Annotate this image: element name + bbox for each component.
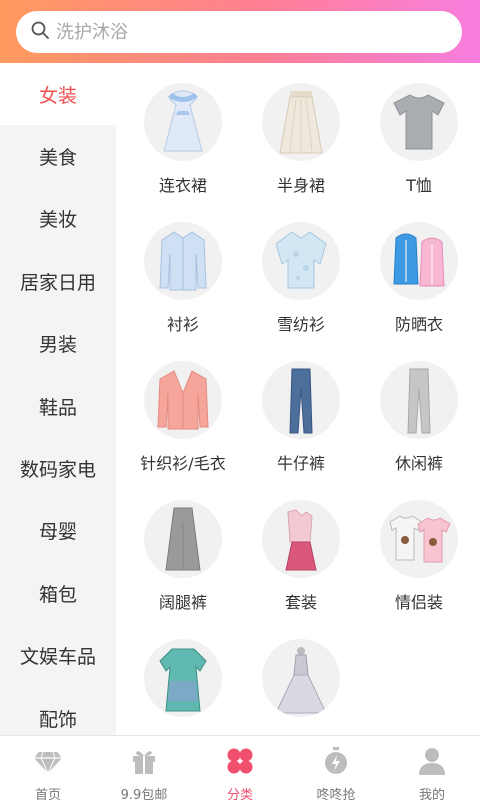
subcategory-skirt[interactable]: 半身裙 [242, 83, 360, 195]
tab-flash-sale[interactable]: 咚咚抢 [288, 736, 384, 800]
search-input[interactable] [56, 21, 436, 43]
sidebar-item-beauty[interactable]: 美妆 [0, 188, 116, 250]
casual-pants-icon [380, 361, 458, 439]
subcategory-dress[interactable]: 连衣裙 [124, 83, 242, 195]
subcategory-label: T恤 [406, 176, 432, 195]
sidebar-item-food[interactable]: 美食 [0, 125, 116, 187]
subcategory-label: 牛仔裤 [276, 454, 325, 473]
tab-home[interactable]: 首页 [0, 736, 96, 800]
tab-profile[interactable]: 我的 [384, 736, 480, 800]
outfit-set-icon [262, 500, 340, 578]
tab-label: 首页 [34, 788, 61, 800]
subcategory-label: 针织衫/毛衣 [140, 454, 226, 473]
sidebar-item-accessories[interactable]: 配饰 [0, 687, 116, 735]
tab-label: 我的 [418, 788, 445, 800]
gift-icon [129, 746, 159, 780]
sidebar-item-womens[interactable]: 女装 [0, 63, 116, 126]
sidebar-item-home[interactable]: 居家日用 [0, 250, 116, 312]
sidebar-item-entertainment-auto[interactable]: 文娱车品 [0, 625, 116, 687]
sidebar-item-shoes[interactable]: 鞋品 [0, 375, 116, 437]
bottom-tab-bar: 首页 9.9包邮 分类 咚咚抢 我的 [0, 735, 480, 800]
subcategory-sun-jacket[interactable]: 防晒衣 [360, 222, 478, 334]
subcategory-label: 休闲裤 [394, 454, 443, 473]
subcategory-label: 防晒衣 [394, 315, 443, 334]
search-icon [30, 20, 50, 44]
cardigan-icon [144, 361, 222, 439]
subcategory-jeans[interactable]: 牛仔裤 [242, 361, 360, 473]
jeans-icon [262, 361, 340, 439]
tab-label: 分类 [226, 788, 253, 800]
skirt-icon [262, 83, 340, 161]
tab-free-shipping[interactable]: 9.9包邮 [96, 736, 192, 800]
subcategory-outfit-set[interactable]: 套装 [242, 500, 360, 612]
tab-label: 9.9包邮 [120, 788, 168, 800]
category-sidebar: 女装 美食 美妆 居家日用 男装 鞋品 数码家电 母婴 箱包 文娱车品 配饰 [0, 63, 116, 735]
tab-category[interactable]: 分类 [192, 736, 288, 800]
chiffon-blouse-icon [262, 222, 340, 300]
category-icon [225, 746, 255, 780]
print-dress-icon [144, 639, 222, 717]
subcategory-knitwear[interactable]: 针织衫/毛衣 [124, 361, 242, 473]
subcategory-label: 半身裙 [276, 176, 325, 195]
diamond-icon [33, 746, 63, 780]
subcategory-label: 衬衫 [166, 315, 199, 334]
tshirt-icon [380, 83, 458, 161]
dress-icon [144, 83, 222, 161]
subcategory-couple-wear[interactable]: 情侣装 [360, 500, 478, 612]
subcategory-chiffon[interactable]: 雪纺衫 [242, 222, 360, 334]
stopwatch-icon [321, 746, 351, 780]
subcategory-panel: 连衣裙 半身裙 T恤 衬衫 雪纺衫 防晒衣 针织衫/毛衣 牛仔裤 休闲裤 阔腿裤… [116, 63, 480, 735]
wide-leg-pants-icon [144, 500, 222, 578]
sidebar-item-baby[interactable]: 母婴 [0, 500, 116, 562]
couple-tshirts-icon [380, 500, 458, 578]
sun-jacket-icon [380, 222, 458, 300]
subcategory-tshirt[interactable]: T恤 [360, 83, 478, 195]
search-box[interactable] [16, 11, 462, 53]
subcategory-label: 阔腿裤 [158, 593, 207, 612]
subcategory-wide-leg-pants[interactable]: 阔腿裤 [124, 500, 242, 612]
sidebar-item-electronics[interactable]: 数码家电 [0, 437, 116, 499]
subcategory-gown[interactable] [242, 639, 360, 735]
subcategory-label: 情侣装 [394, 593, 443, 612]
gown-icon [262, 639, 340, 717]
subcategory-label: 套装 [284, 593, 317, 612]
user-icon [417, 746, 447, 780]
subcategory-label: 连衣裙 [158, 176, 207, 195]
tab-label: 咚咚抢 [316, 788, 356, 800]
sidebar-item-mens[interactable]: 男装 [0, 313, 116, 375]
subcategory-label: 雪纺衫 [276, 315, 325, 334]
shirt-icon [144, 222, 222, 300]
header-bar [0, 0, 480, 63]
sidebar-item-bags[interactable]: 箱包 [0, 562, 116, 624]
subcategory-shirt[interactable]: 衬衫 [124, 222, 242, 334]
subcategory-casual-pants[interactable]: 休闲裤 [360, 361, 478, 473]
subcategory-print-dress[interactable] [124, 639, 242, 735]
